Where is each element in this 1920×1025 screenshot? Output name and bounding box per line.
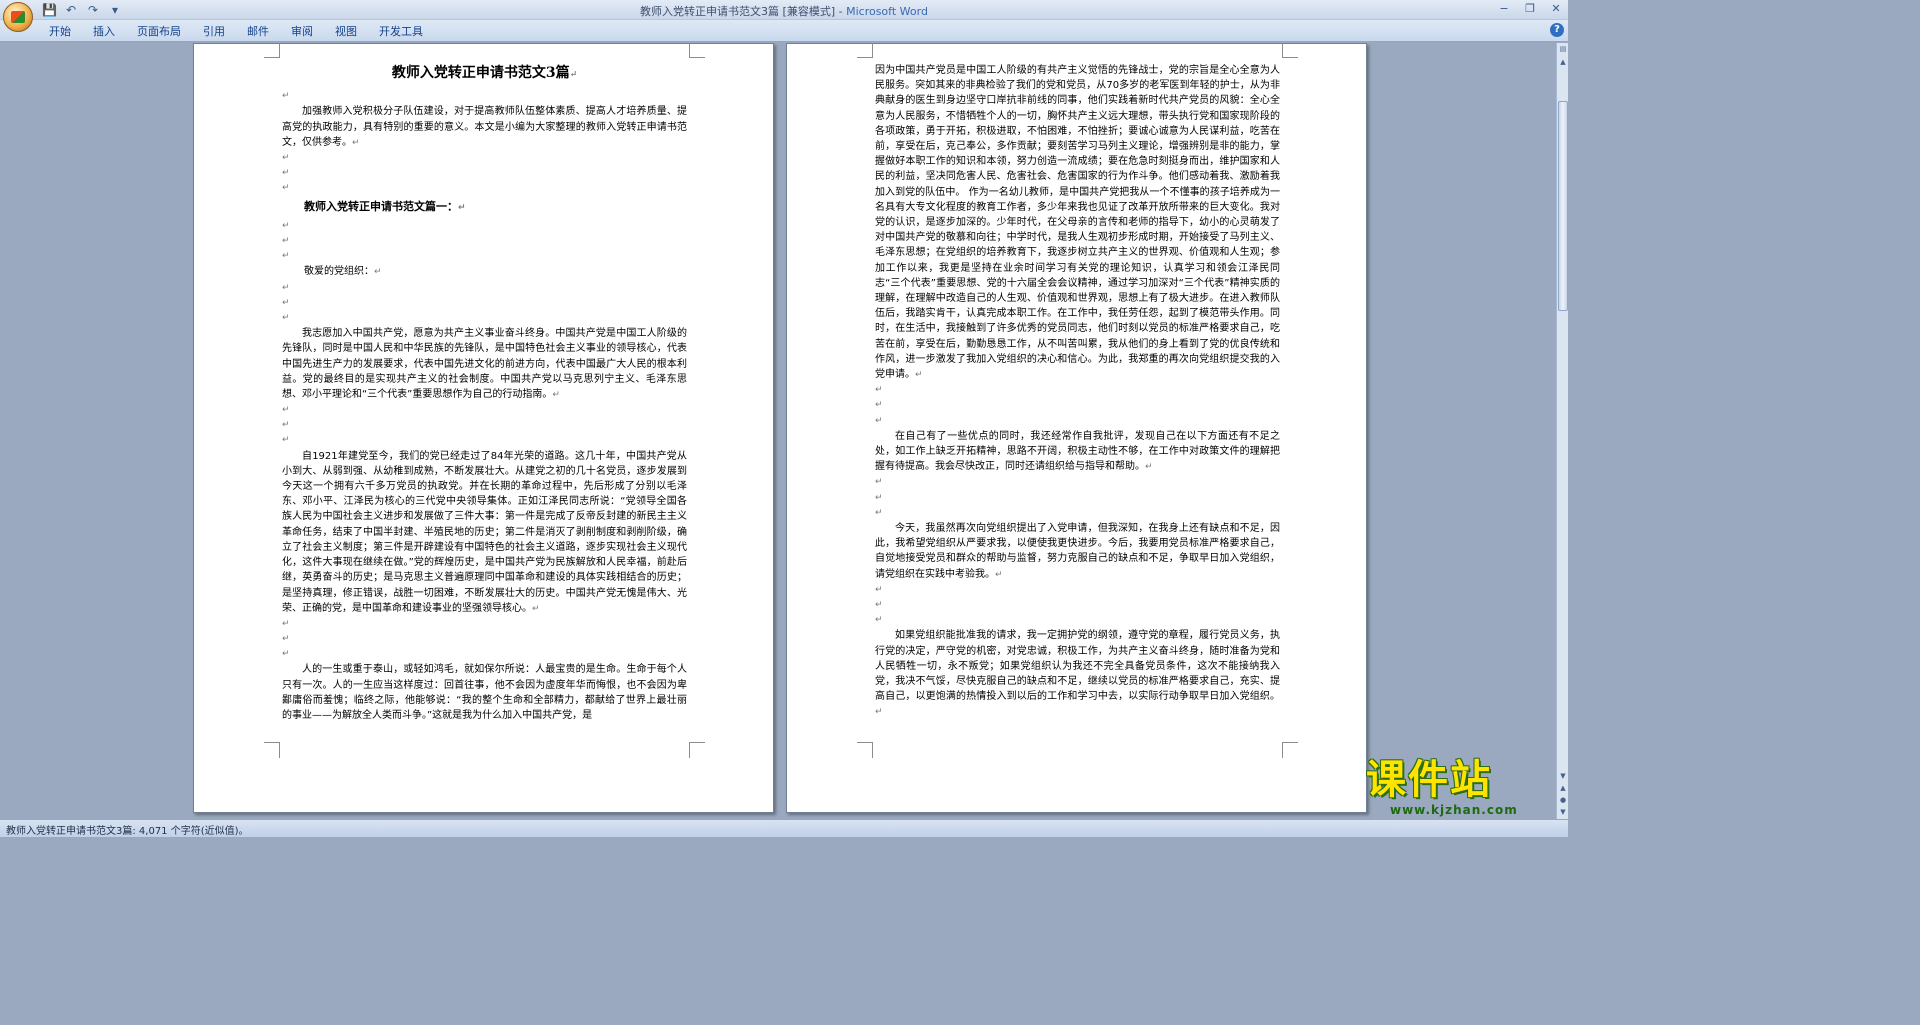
watermark-title: 课件站 <box>1366 757 1492 803</box>
empty-paragraph: ↵ <box>282 251 290 262</box>
margin-corner-mark <box>1282 742 1298 758</box>
help-icon[interactable]: ? <box>1550 23 1564 37</box>
empty-paragraph: ↵ <box>282 168 290 179</box>
margin-corner-mark <box>857 742 873 758</box>
document-name: 教师入党转正申请书范文3篇 [兼容模式] - <box>640 5 847 18</box>
close-button[interactable]: ✕ <box>1548 2 1564 16</box>
tab-mailings[interactable]: 邮件 <box>236 23 280 41</box>
tab-developer[interactable]: 开发工具 <box>368 23 434 41</box>
margin-corner-mark <box>857 43 873 58</box>
title-bar: 💾 ↶ ↷ ▾ 教师入党转正申请书范文3篇 [兼容模式] - Microsoft… <box>0 0 1568 32</box>
empty-paragraph: ↵ <box>282 634 290 645</box>
maximize-button[interactable]: ❐ <box>1522 2 1538 16</box>
empty-paragraph: ↵ <box>282 183 290 194</box>
empty-paragraph: ↵ <box>875 615 883 626</box>
ribbon-tab-bar: 开始 插入 页面布局 引用 邮件 审阅 视图 开发工具 ? <box>0 20 1568 42</box>
tab-page-layout[interactable]: 页面布局 <box>126 23 192 41</box>
window-controls: − ❐ ✕ <box>1496 2 1564 16</box>
body-paragraph: 因为中国共产党员是中国工人阶级的有共产主义觉悟的先锋战士，党的宗旨是全心全意为人… <box>875 65 1280 381</box>
empty-paragraph: ↵ <box>282 618 290 629</box>
empty-paragraph: ↵ <box>875 492 883 503</box>
tab-insert[interactable]: 插入 <box>82 23 126 41</box>
minimize-button[interactable]: − <box>1496 2 1512 16</box>
page-2[interactable]: 因为中国共产党员是中国工人阶级的有共产主义觉悟的先锋战士，党的宗旨是全心全意为人… <box>786 43 1367 813</box>
margin-corner-mark <box>264 742 280 758</box>
empty-paragraph: ↵ <box>282 91 290 102</box>
scroll-up-icon[interactable]: ▲ <box>1558 57 1568 68</box>
empty-paragraph: ↵ <box>875 507 883 518</box>
empty-paragraph: ↵ <box>282 405 290 416</box>
empty-paragraph: ↵ <box>875 415 883 426</box>
body-paragraph: 在自己有了一些优点的同时，我还经常作自我批评，发现自己在以下方面还有不足之处，如… <box>875 430 1280 473</box>
tab-home[interactable]: 开始 <box>38 23 82 41</box>
body-paragraph: 自1921年建党至今，我们的党已经走过了84年光荣的道路。这几十年，中国共产党从… <box>282 450 687 614</box>
intro-paragraph: 加强教师入党积极分子队伍建设，对于提高教师队伍整体素质、提高人才培养质量、提高党… <box>282 106 687 148</box>
body-paragraph: 如果党组织能批准我的请求，我一定拥护党的纲领，遵守党的章程，履行党员义务，执行党… <box>875 630 1280 718</box>
empty-paragraph: ↵ <box>282 282 290 293</box>
section-heading: 教师入党转正申请书范文篇一：↵ <box>304 199 466 213</box>
ribbon-tabs: 开始 插入 页面布局 引用 邮件 审阅 视图 开发工具 <box>38 23 434 41</box>
empty-paragraph: ↵ <box>282 312 290 323</box>
site-watermark: 课件站 www.kjzhan.com <box>1366 757 1566 833</box>
window-title: 教师入党转正申请书范文3篇 [兼容模式] - Microsoft Word <box>0 3 1568 19</box>
page-1-content[interactable]: 教师入党转正申请书范文3篇↵ ↵ 加强教师入党积极分子队伍建设，对于提高教师队伍… <box>282 64 687 723</box>
office-logo-icon <box>11 11 25 23</box>
document-title: 教师入党转正申请书范文3篇↵ <box>391 65 578 81</box>
page-2-content[interactable]: 因为中国共产党员是中国工人阶级的有共产主义觉悟的先锋战士，党的宗旨是全心全意为人… <box>875 63 1280 721</box>
ruler-toggle-icon[interactable]: ▤ <box>1558 44 1568 55</box>
margin-corner-mark <box>689 43 705 58</box>
empty-paragraph: ↵ <box>875 584 883 595</box>
empty-paragraph: ↵ <box>282 297 290 308</box>
margin-corner-mark <box>1282 43 1298 58</box>
empty-paragraph: ↵ <box>282 435 290 446</box>
body-paragraph: 人的一生或重于泰山，或轻如鸿毛，就如保尔所说：人最宝贵的是生命。生命于每个人只有… <box>282 664 687 722</box>
body-paragraph: 我志愿加入中国共产党，愿意为共产主义事业奋斗终身。中国共产党是中国工人阶级的先锋… <box>282 328 687 400</box>
empty-paragraph: ↵ <box>875 385 883 396</box>
scrollbar-thumb[interactable] <box>1558 101 1568 311</box>
empty-paragraph: ↵ <box>282 235 290 246</box>
office-button[interactable] <box>3 2 33 32</box>
body-paragraph: 今天，我虽然再次向党组织提出了入党申请，但我深知，在我身上还有缺点和不足，因此，… <box>875 523 1280 580</box>
status-bar: 教师入党转正申请书范文3篇: 4,071 个字符(近似值)。 <box>0 819 1568 837</box>
empty-paragraph: ↵ <box>875 600 883 610</box>
empty-paragraph: ↵ <box>875 400 883 411</box>
word-count-status[interactable]: 教师入党转正申请书范文3篇: 4,071 个字符(近似值)。 <box>6 822 249 837</box>
tab-view[interactable]: 视图 <box>324 23 368 41</box>
margin-corner-mark <box>689 742 705 758</box>
vertical-scrollbar[interactable]: ▤ ▲ ▼ ▲ ● ▼ <box>1556 43 1568 819</box>
empty-paragraph: ↵ <box>282 420 290 431</box>
app-name: Microsoft Word <box>846 5 928 18</box>
margin-corner-mark <box>264 43 280 58</box>
watermark-url: www.kjzhan.com <box>1390 803 1518 817</box>
tab-references[interactable]: 引用 <box>192 23 236 41</box>
empty-paragraph: ↵ <box>282 153 290 163</box>
salutation: 敬爱的党组织：↵ <box>304 266 382 278</box>
document-area[interactable]: 教师入党转正申请书范文3篇↵ ↵ 加强教师入党积极分子队伍建设，对于提高教师队伍… <box>0 43 1556 819</box>
empty-paragraph: ↵ <box>282 220 290 231</box>
empty-paragraph: ↵ <box>282 649 290 660</box>
page-1[interactable]: 教师入党转正申请书范文3篇↵ ↵ 加强教师入党积极分子队伍建设，对于提高教师队伍… <box>193 43 774 813</box>
empty-paragraph: ↵ <box>875 477 883 488</box>
tab-review[interactable]: 审阅 <box>280 23 324 41</box>
